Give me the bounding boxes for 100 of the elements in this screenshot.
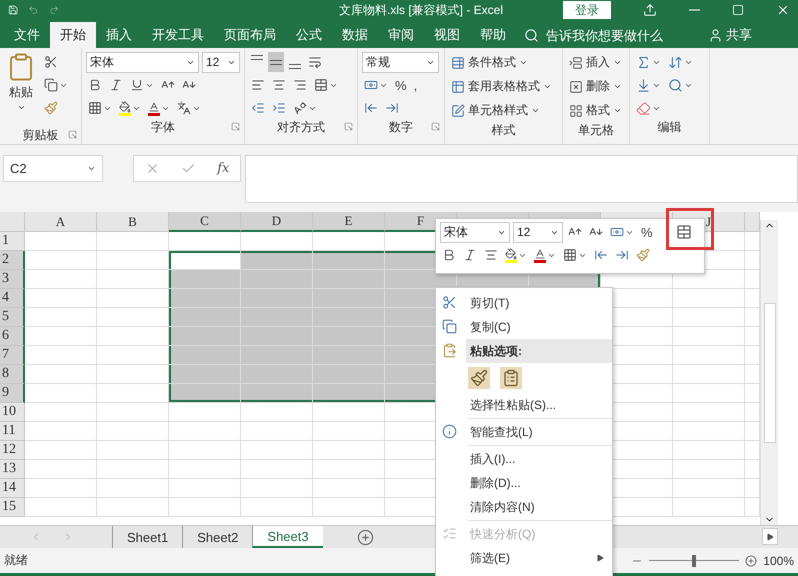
font-size-field[interactable]: 12 bbox=[202, 52, 240, 72]
sheet-tab[interactable]: Sheet3 bbox=[252, 526, 323, 548]
row-header[interactable]: 5 bbox=[0, 308, 25, 327]
ribbon-display-icon bbox=[643, 3, 657, 17]
add-sheet-button[interactable] bbox=[356, 529, 374, 546]
info-search-icon bbox=[442, 424, 457, 439]
menu-item[interactable]: 筛选(E) bbox=[436, 546, 612, 570]
ribbon-tab[interactable]: 数据 bbox=[332, 22, 378, 48]
percent-button[interactable]: % bbox=[393, 75, 409, 95]
login-button[interactable]: 登录 bbox=[563, 1, 611, 19]
sheet-cell bbox=[313, 403, 385, 422]
sheet-cell bbox=[673, 441, 745, 460]
font-name-field[interactable]: 宋体 bbox=[440, 222, 510, 242]
row-header[interactable]: 8 bbox=[0, 365, 25, 384]
merge-cells-icon bbox=[676, 224, 692, 240]
sheet-cell bbox=[169, 327, 241, 346]
sheet-cell bbox=[241, 270, 313, 289]
search-icon bbox=[524, 28, 539, 42]
paste-values-button[interactable] bbox=[500, 367, 522, 389]
sheet-cell bbox=[169, 308, 241, 327]
decrease-decimal-icon bbox=[615, 248, 629, 262]
align-middle-icon bbox=[270, 60, 282, 64]
ribbon-tab[interactable]: 帮助 bbox=[470, 22, 516, 48]
column-header[interactable]: C bbox=[169, 212, 241, 232]
row-header[interactable]: 10 bbox=[0, 403, 25, 422]
menu-item[interactable]: 智能查找(L) bbox=[436, 420, 612, 444]
submenu-arrow-icon bbox=[596, 554, 604, 562]
row-header[interactable]: 2 bbox=[0, 251, 25, 270]
paste-formatting-button[interactable] bbox=[468, 367, 490, 389]
cells-menu-button[interactable]: 格式 bbox=[567, 100, 625, 121]
sheet-cell bbox=[25, 403, 97, 422]
row-header[interactable]: 13 bbox=[0, 460, 25, 479]
ribbon-tab[interactable]: 插入 bbox=[96, 22, 142, 48]
person-icon bbox=[708, 28, 723, 42]
percent-button[interactable]: % bbox=[639, 222, 655, 242]
insert-function-button[interactable]: fx bbox=[217, 161, 230, 176]
group-label: 剪贴板 bbox=[22, 126, 58, 144]
clipboard-icon bbox=[502, 369, 520, 387]
sheet-cell bbox=[25, 365, 97, 384]
dialog-launcher-icon bbox=[344, 122, 353, 131]
paste-button[interactable]: 粘贴 bbox=[4, 52, 38, 126]
menu-item[interactable]: 复制(C) bbox=[436, 315, 612, 339]
row-header[interactable]: 7 bbox=[0, 346, 25, 365]
cells-menu-button[interactable]: 删除 bbox=[567, 76, 625, 97]
font-size-field[interactable]: 12 bbox=[513, 222, 563, 242]
sheet-cell bbox=[169, 422, 241, 441]
row-header[interactable]: 4 bbox=[0, 289, 25, 308]
sheet-cell bbox=[241, 251, 313, 270]
vertical-align-button[interactable] bbox=[268, 52, 284, 72]
group-label: 数字 bbox=[389, 118, 413, 136]
zoom-slider-thumb[interactable] bbox=[692, 554, 696, 566]
column-header[interactable]: B bbox=[97, 212, 169, 232]
row-header[interactable]: 3 bbox=[0, 270, 25, 289]
row-header[interactable]: 1 bbox=[0, 232, 25, 251]
column-header[interactable]: E bbox=[313, 212, 385, 232]
menu-item[interactable]: 剪切(T) bbox=[436, 291, 612, 315]
sheet-cell bbox=[673, 422, 745, 441]
name-box[interactable]: C2 bbox=[3, 155, 103, 182]
row-header[interactable]: 14 bbox=[0, 479, 25, 498]
undo-icon bbox=[28, 3, 39, 17]
menu-item[interactable]: 删除(D)... bbox=[436, 471, 612, 495]
comma-button[interactable]: , bbox=[412, 75, 420, 95]
number-format-field[interactable]: 常规 bbox=[362, 52, 439, 72]
scroll-right-button[interactable] bbox=[762, 528, 778, 545]
sheet-cell bbox=[241, 422, 313, 441]
ribbon-tab[interactable]: 文件 bbox=[4, 22, 50, 48]
styles-menu-button[interactable]: 单元格样式 bbox=[449, 100, 558, 121]
sheet-cell bbox=[97, 289, 169, 308]
tell-me-field[interactable]: 告诉我你想要做什么 bbox=[524, 22, 694, 48]
styles-menu-button[interactable]: 条件格式 bbox=[449, 52, 558, 73]
align-left-icon bbox=[251, 78, 265, 92]
ribbon-tab[interactable]: 审阅 bbox=[378, 22, 424, 48]
dialog-launcher-icon bbox=[68, 130, 77, 139]
caret-icon bbox=[531, 106, 540, 115]
caret-icon bbox=[613, 58, 622, 67]
sheet-cell bbox=[745, 346, 760, 365]
formula-input[interactable] bbox=[245, 155, 798, 203]
menu-item[interactable]: 选择性粘贴(S)... bbox=[436, 393, 612, 417]
ribbon-tab[interactable]: 开始 bbox=[50, 22, 96, 48]
row-header[interactable]: 15 bbox=[0, 498, 25, 517]
row-header[interactable]: 12 bbox=[0, 441, 25, 460]
zoom-in-button[interactable] bbox=[745, 554, 758, 566]
ribbon-tab[interactable]: 视图 bbox=[424, 22, 470, 48]
share-button[interactable]: 共享 bbox=[702, 22, 758, 48]
cells-menu-button[interactable]: 插入 bbox=[567, 52, 625, 73]
font-name-field[interactable]: 宋体 bbox=[86, 52, 199, 72]
column-header[interactable]: A bbox=[25, 212, 97, 232]
sheet-cell bbox=[745, 460, 760, 479]
styles-menu-button[interactable]: 套用表格格式 bbox=[449, 76, 558, 97]
sheet-cell bbox=[169, 441, 241, 460]
ribbon-tab[interactable]: 开发工具 bbox=[142, 22, 214, 48]
row-header[interactable]: 9 bbox=[0, 384, 25, 403]
ribbon-tab[interactable]: 页面布局 bbox=[214, 22, 286, 48]
row-header[interactable]: 11 bbox=[0, 422, 25, 441]
ribbon-tab[interactable]: 公式 bbox=[286, 22, 332, 48]
menu-item[interactable]: 清除内容(N) bbox=[436, 495, 612, 519]
vertical-scrollbar[interactable] bbox=[760, 220, 778, 525]
menu-item[interactable]: 插入(I)... bbox=[436, 447, 612, 471]
row-header[interactable]: 6 bbox=[0, 327, 25, 346]
column-header[interactable]: D bbox=[241, 212, 313, 232]
